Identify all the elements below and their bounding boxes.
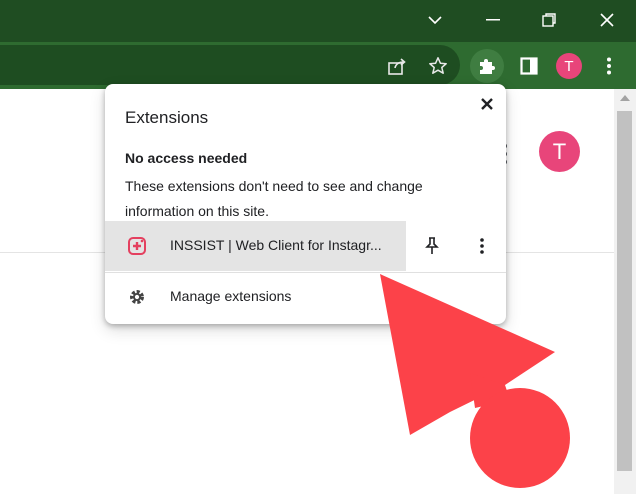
scrollbar-thumb[interactable] xyxy=(617,111,632,471)
avatar-initial: T xyxy=(552,138,567,164)
extensions-popup: Extensions No access needed These extens… xyxy=(105,84,506,324)
close-window-button[interactable] xyxy=(578,0,636,40)
browser-menu-button[interactable] xyxy=(596,53,622,79)
inssist-icon xyxy=(128,237,146,255)
side-panel-button[interactable] xyxy=(516,53,542,79)
section-heading: No access needed xyxy=(125,150,248,166)
page-profile-avatar[interactable]: T xyxy=(539,131,580,172)
puzzle-icon xyxy=(480,59,495,74)
restore-icon xyxy=(542,13,556,27)
bookmark-button[interactable] xyxy=(425,53,451,79)
scrollbar[interactable] xyxy=(614,89,636,494)
close-icon xyxy=(600,13,614,27)
tab-search-button[interactable] xyxy=(406,0,464,40)
extension-menu-button[interactable] xyxy=(471,235,493,257)
minimize-icon xyxy=(486,19,500,21)
share-icon xyxy=(388,58,406,75)
window-titlebar xyxy=(0,0,636,42)
avatar-initial: T xyxy=(564,57,574,75)
restore-button[interactable] xyxy=(520,0,578,40)
kebab-icon xyxy=(480,238,484,254)
side-panel-icon xyxy=(520,57,538,75)
minimize-button[interactable] xyxy=(464,0,522,40)
share-button[interactable] xyxy=(385,53,411,79)
star-icon xyxy=(429,57,447,74)
popup-title: Extensions xyxy=(125,108,209,127)
extension-row: INSSIST | Web Client for Instagr... xyxy=(105,221,506,271)
pin-icon xyxy=(425,237,439,254)
close-icon xyxy=(481,98,493,110)
profile-avatar-button[interactable]: T xyxy=(556,53,582,79)
kebab-icon xyxy=(607,57,611,75)
scroll-up-arrow-icon[interactable] xyxy=(620,95,630,101)
manage-extensions-item[interactable]: Manage extensions xyxy=(105,273,506,321)
chevron-down-icon xyxy=(428,16,442,25)
browser-toolbar: T xyxy=(0,42,636,89)
extension-item[interactable]: INSSIST | Web Client for Instagr... xyxy=(105,221,406,271)
section-description: These extensions don't need to see and c… xyxy=(125,178,423,219)
gear-icon xyxy=(130,290,144,304)
close-popup-button[interactable] xyxy=(477,94,497,114)
extensions-button[interactable] xyxy=(470,49,504,83)
extension-name: INSSIST | Web Client for Instagr... xyxy=(170,237,382,253)
pin-extension-button[interactable] xyxy=(421,235,443,257)
manage-extensions-label: Manage extensions xyxy=(170,288,292,304)
